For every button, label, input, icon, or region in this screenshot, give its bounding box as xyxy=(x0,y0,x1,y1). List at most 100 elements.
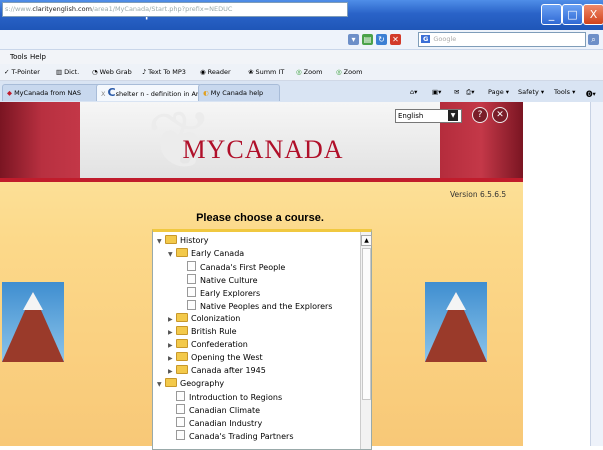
search-icon[interactable]: ⌕ xyxy=(588,34,599,45)
tree-lesson[interactable]: Native Peoples and the Explorers xyxy=(179,300,332,311)
link-dict[interactable]: ▥ Dict. xyxy=(56,68,79,76)
address-bar[interactable]: s://www.clarityenglish.com/area1/MyCanad… xyxy=(2,2,348,17)
tree-folder[interactable]: ▶ Opening the West xyxy=(168,352,263,363)
document-icon xyxy=(187,287,196,297)
link-text-to-mp3[interactable]: ♪ Text To MP3 xyxy=(142,68,186,76)
tab-close-icon[interactable]: X xyxy=(101,90,105,98)
mountain-image-right xyxy=(425,282,487,362)
link-label: Summ IT xyxy=(255,68,285,76)
help-icon[interactable]: ? xyxy=(472,107,488,123)
menu-tools[interactable]: Tools xyxy=(10,53,27,61)
expand-arrow-icon[interactable]: ▼ xyxy=(157,379,165,390)
link-label: Zoom xyxy=(303,68,323,76)
dropdown-icon[interactable]: ▾ xyxy=(348,34,359,45)
maple-leaf-icon: ◆ xyxy=(7,89,12,97)
folder-icon xyxy=(176,352,188,361)
folder-icon xyxy=(176,339,188,348)
tree-item-label: Geography xyxy=(180,379,225,388)
tree-lesson[interactable]: Canadian Climate xyxy=(168,404,260,415)
maximize-button[interactable]: □ xyxy=(562,4,583,25)
tree-folder[interactable]: ▶ Canada after 1945 xyxy=(168,365,266,376)
tree-item-label: Colonization xyxy=(191,314,241,323)
scroll-thumb[interactable] xyxy=(362,248,371,400)
app-content: ❦ MYCANADA English ▼ ? ✕ Version 6.5.6.5… xyxy=(0,101,523,450)
menu-bar: Tools Help xyxy=(0,50,603,64)
tree-lesson[interactable]: Early Explorers xyxy=(179,287,260,298)
version-label: Version 6.5.6.5 xyxy=(450,190,507,199)
search-input[interactable]: G Google xyxy=(418,32,586,47)
tree-folder[interactable]: ▶ Colonization xyxy=(168,313,240,324)
folder-icon xyxy=(165,235,177,244)
menu-help[interactable]: Help xyxy=(30,53,46,61)
search-engine-icon: G xyxy=(421,35,431,43)
tab-label: MyCanada from NAS xyxy=(14,89,81,97)
tree-item-label: Canadian Industry xyxy=(189,419,263,428)
tree-folder[interactable]: ▼ Geography xyxy=(157,378,224,389)
music-icon: ♪ xyxy=(142,68,147,76)
chevron-down-icon[interactable]: ▼ xyxy=(448,110,458,121)
collapse-arrow-icon[interactable]: ▶ xyxy=(168,353,176,364)
folder-icon xyxy=(176,313,188,322)
tab-mycanada[interactable]: ◆ MyCanada from NAS xyxy=(2,84,102,101)
tree-folder[interactable]: ▶ British Rule xyxy=(168,326,237,337)
tree-folder[interactable]: ▶ Confederation xyxy=(168,339,248,350)
expand-arrow-icon[interactable]: ▼ xyxy=(157,236,165,247)
tree-item-label: Early Explorers xyxy=(200,289,261,298)
feeds-icon[interactable]: ▣▾ xyxy=(432,88,441,96)
tree-lesson[interactable]: Canada's First People xyxy=(179,261,285,272)
close-icon[interactable]: ✕ xyxy=(492,107,508,123)
page-scrollbar[interactable] xyxy=(590,102,603,446)
app-header: ❦ MYCANADA English ▼ ? ✕ xyxy=(0,101,523,181)
folder-icon xyxy=(176,248,188,257)
refresh-icon[interactable]: ↻ xyxy=(376,34,387,45)
link-label: T-Pointer xyxy=(11,68,40,76)
link-zoom[interactable]: ◎ Zoom xyxy=(296,68,322,76)
document-icon xyxy=(176,430,185,440)
tree-lesson[interactable]: Canada's Trading Partners xyxy=(168,430,294,441)
collapse-arrow-icon[interactable]: ▶ xyxy=(168,327,176,338)
course-prompt: Please choose a course. xyxy=(196,212,324,224)
page-menu[interactable]: Page ▾ xyxy=(488,88,509,96)
minimize-button[interactable]: _ xyxy=(541,4,562,25)
folder-icon xyxy=(176,365,188,374)
tree-item-label: Early Canada xyxy=(191,249,245,258)
help-menu-icon[interactable]: ⓿▾ xyxy=(586,88,596,98)
link-label: Reader xyxy=(207,68,231,76)
tree-item-label: Canada after 1945 xyxy=(191,366,266,375)
home-icon[interactable]: ⌂▾ xyxy=(410,88,417,96)
zoom-icon: ◎ xyxy=(336,68,342,76)
compat-view-icon[interactable]: ▤ xyxy=(362,34,373,45)
dictionary-icon: C xyxy=(107,86,116,99)
tree-lesson[interactable]: Canadian Industry xyxy=(168,417,262,428)
link-t-pointer[interactable]: ✓ T-Pointer xyxy=(4,68,40,76)
print-icon[interactable]: ⎙▾ xyxy=(466,88,474,97)
mail-icon[interactable]: ✉ xyxy=(454,88,459,96)
collapse-arrow-icon[interactable]: ▶ xyxy=(168,366,176,377)
link-web-grab[interactable]: ◔ Web Grab xyxy=(92,68,132,76)
tree-folder[interactable]: ▼ History xyxy=(157,235,208,246)
tools-menu[interactable]: Tools ▾ xyxy=(554,88,575,96)
expand-arrow-icon[interactable]: ▼ xyxy=(168,249,176,260)
tree-item-label: Introduction to Regions xyxy=(189,393,283,402)
close-window-button[interactable]: X xyxy=(583,4,603,25)
document-icon xyxy=(187,300,196,310)
tree-scrollbar[interactable]: ▲ xyxy=(360,232,372,449)
tree-item-label: Native Peoples and the Explorers xyxy=(200,302,333,311)
link-summ-it[interactable]: ❀ Summ IT xyxy=(248,68,284,76)
link-reader[interactable]: ◉ Reader xyxy=(200,68,231,76)
mountain-image-left xyxy=(2,282,64,362)
scroll-up-icon[interactable]: ▲ xyxy=(361,235,372,246)
tree-folder[interactable]: ▼ Early Canada xyxy=(168,248,244,259)
tree-item-label: Canadian Climate xyxy=(189,406,261,415)
folder-icon xyxy=(176,326,188,335)
mycanada-logo: MYCANADA xyxy=(182,135,344,164)
safety-menu[interactable]: Safety ▾ xyxy=(518,88,544,96)
t-pointer-icon: ✓ xyxy=(4,68,10,76)
header-divider xyxy=(0,178,523,182)
tree-lesson[interactable]: Introduction to Regions xyxy=(168,391,282,402)
tree-lesson[interactable]: Native Culture xyxy=(179,274,258,285)
collapse-arrow-icon[interactable]: ▶ xyxy=(168,340,176,351)
collapse-arrow-icon[interactable]: ▶ xyxy=(168,314,176,325)
link-zoom-2[interactable]: ◎ Zoom xyxy=(336,68,362,76)
stop-icon[interactable]: ✕ xyxy=(390,34,401,45)
